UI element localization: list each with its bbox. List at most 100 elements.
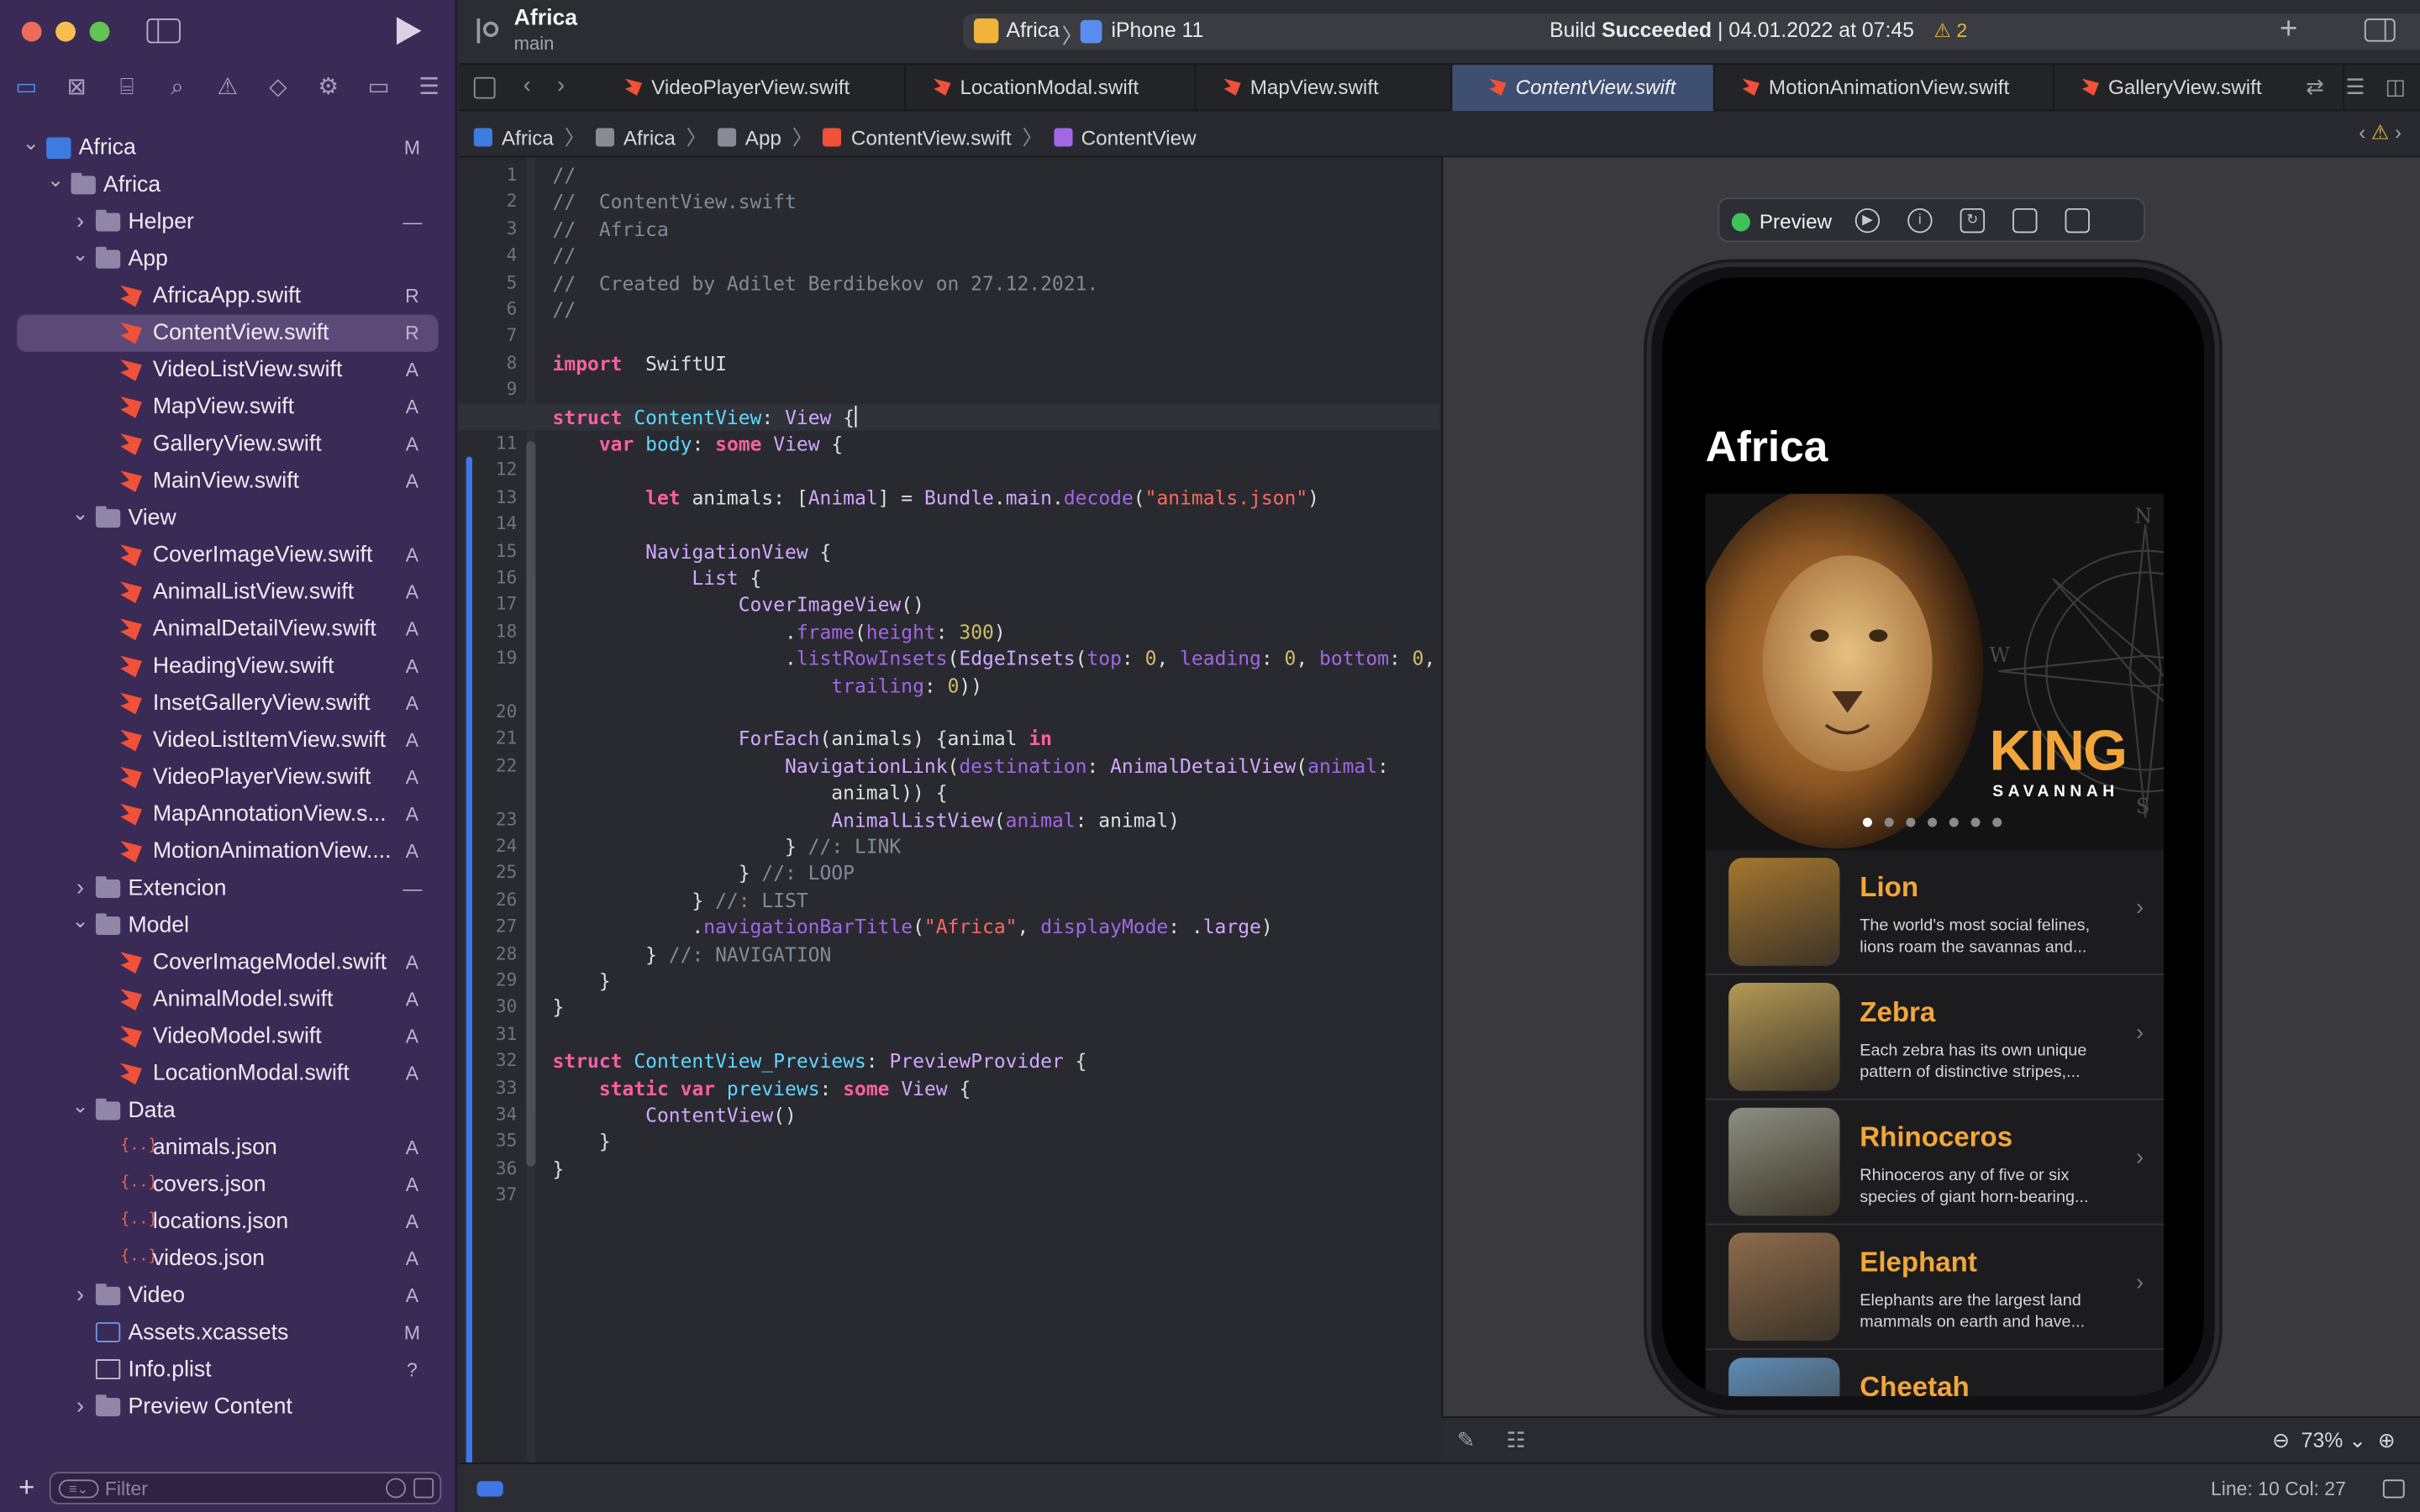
code-line[interactable]: // (553, 162, 576, 188)
chevron-down-icon[interactable]: ⌄ (46, 162, 65, 199)
code-line[interactable]: } (553, 1155, 565, 1181)
tree-row[interactable]: ⌄ Africa (0, 166, 455, 203)
tree-row[interactable]: LocationModal.swift A (0, 1055, 455, 1092)
live-preview-play-icon[interactable]: ▶ (1854, 207, 1881, 234)
search-icon[interactable]: ⌕ (160, 71, 194, 104)
code-line[interactable]: AnimalListView(animal: animal) (553, 806, 1180, 832)
code-line[interactable]: trailing: 0)) (553, 672, 982, 698)
forward-arrow-icon[interactable]: › (557, 72, 565, 98)
tree-row[interactable]: MainView.swift A (0, 463, 455, 500)
next-issue-icon[interactable]: › (2395, 120, 2402, 144)
tab-contentview[interactable]: ContentView.swift (1452, 65, 1715, 112)
tree-row[interactable]: Info.plist? (0, 1352, 455, 1389)
filter-field[interactable]: ≡⌄ Filter (49, 1472, 442, 1504)
close-window-button[interactable] (21, 21, 42, 42)
page-dot[interactable] (1949, 817, 1959, 827)
animal-row[interactable]: Elephant Elephants are the largest land m… (1705, 1225, 2165, 1351)
source-editor[interactable]: 1234567891011121314151617181920212223242… (458, 157, 1440, 1463)
zoom-in-icon[interactable]: ⊕ (2378, 1429, 2396, 1452)
tree-row[interactable]: {..} animals.json A (0, 1129, 455, 1166)
tree-row[interactable]: MotionAnimationView.... A (0, 833, 455, 870)
device-settings-icon[interactable] (2012, 207, 2038, 234)
page-dot[interactable] (1992, 817, 2002, 827)
code-line[interactable]: static var previews: some View { (553, 1074, 971, 1100)
chevron-right-icon[interactable]: › (71, 203, 89, 240)
tree-row[interactable]: GalleryView.swift A (0, 426, 455, 463)
tree-row[interactable]: VideoModel.swift A (0, 1018, 455, 1055)
tree-row[interactable]: Assets.xcassets M (0, 1315, 455, 1352)
code-line[interactable]: .listRowInsets(EdgeInsets(top: 0, leadin… (553, 645, 1435, 671)
chevron-down-icon[interactable]: ⌄ (71, 236, 89, 273)
tree-row[interactable]: CoverImageView.swift A (0, 537, 455, 574)
code-line[interactable]: animal)) { (553, 780, 947, 806)
zoom-level[interactable]: 73% (2302, 1429, 2344, 1452)
code-line[interactable]: var body: some View { (553, 430, 843, 456)
preview-settings-icon[interactable]: ☷ (1507, 1427, 1526, 1453)
split-editor-icon[interactable]: ◫ (2383, 75, 2407, 99)
related-items-grid-icon[interactable] (473, 76, 496, 99)
minimize-window-button[interactable] (55, 21, 76, 42)
code-line[interactable]: // Africa (553, 216, 669, 242)
code-line[interactable]: // ContentView.swift (553, 189, 797, 215)
animal-row[interactable]: Lion The world's most social felines, lio… (1705, 850, 2165, 975)
chevron-down-icon[interactable]: ⌄ (22, 125, 40, 162)
simulated-screen[interactable]: Africa KING SAVANNAH N W S Lion The worl… (1662, 277, 2204, 1397)
pin-preview-icon[interactable]: ✎ (1457, 1427, 1476, 1453)
tree-row[interactable]: AnimalDetailView.swift A (0, 611, 455, 648)
back-arrow-icon[interactable]: ‹ (523, 72, 531, 98)
chevron-right-icon[interactable]: › (71, 1389, 89, 1425)
tree-row[interactable]: MapAnnotationView.s... A (0, 796, 455, 833)
page-dot[interactable] (1884, 817, 1894, 827)
rotate-device-icon[interactable]: ↻ (1960, 207, 1986, 234)
tree-row[interactable]: VideoListView.swift A (0, 352, 455, 389)
tab-motionanimationview[interactable]: MotionAnimationView.swift (1715, 65, 2054, 112)
add-file-button[interactable]: + (18, 1472, 34, 1503)
page-dot[interactable] (1906, 817, 1916, 827)
tree-row[interactable]: MapView.swift A (0, 389, 455, 426)
tree-row[interactable]: {..} videos.json A (0, 1241, 455, 1278)
code-line[interactable]: // (553, 297, 576, 323)
debug-icon[interactable]: ⚙ (312, 71, 345, 104)
code-line[interactable]: // (553, 243, 576, 269)
breadcrumb-item[interactable]: ContentView.swift (823, 127, 1012, 150)
folder-icon[interactable]: ▭ (9, 71, 43, 104)
toggle-inspector-icon[interactable] (2364, 18, 2396, 42)
breadcrumb-item[interactable]: Africa (473, 127, 554, 150)
tree-row[interactable]: VideoPlayerView.swift A (0, 759, 455, 796)
tab-mapview[interactable]: MapView.swift (1196, 65, 1453, 112)
page-dot[interactable] (1928, 817, 1938, 827)
editor-options-icon[interactable]: ☰ (2343, 75, 2367, 99)
previous-issue-icon[interactable]: ‹ (2359, 120, 2365, 144)
tab-locationmodal[interactable]: LocationModal.swift (906, 65, 1197, 112)
zoom-dropdown-icon[interactable]: ⌄ (2349, 1429, 2366, 1452)
warning-badge[interactable]: ⚠ 2 (1933, 18, 1967, 42)
code-line[interactable]: } //: LIST (553, 887, 808, 913)
toggle-navigator-icon[interactable] (146, 18, 181, 44)
tree-row[interactable]: VideoListItemView.swift A (0, 722, 455, 759)
code-folding-ribbon[interactable] (526, 157, 536, 1463)
source-control-filter-icon[interactable] (413, 1478, 434, 1499)
tree-row[interactable]: ⌄ App (0, 241, 455, 278)
tree-row[interactable]: ⌄ Data (0, 1092, 455, 1129)
animal-row[interactable]: Cheetah (1706, 1350, 2165, 1397)
zoom-window-button[interactable] (89, 21, 110, 42)
code-line[interactable]: CoverImageView() (553, 591, 924, 617)
issue-icon[interactable]: ⚠ (211, 71, 245, 104)
activity-viewer[interactable]: Africa 〉 iPhone 11 Build Succeeded | 04.… (963, 13, 2420, 50)
code-line[interactable]: } //: LOOP (553, 860, 855, 886)
inspect-preview-icon[interactable]: i (1907, 207, 1933, 234)
page-dot[interactable] (1862, 817, 1872, 827)
code-line[interactable]: } (553, 968, 611, 994)
code-line[interactable]: } (553, 995, 565, 1021)
debug-area-toggle-icon[interactable] (476, 1481, 503, 1497)
page-indicator[interactable] (1862, 817, 2002, 827)
code-line[interactable]: } //: LINK (553, 833, 901, 859)
code-line[interactable]: struct ContentView_Previews: PreviewProv… (553, 1047, 1087, 1074)
report-icon[interactable]: ☰ (412, 71, 445, 104)
tree-row[interactable]: ⌄ View (0, 500, 455, 537)
tree-row[interactable]: ⌄ Model (0, 907, 455, 944)
chevron-down-icon[interactable]: ⌄ (71, 496, 89, 533)
device-selector[interactable]: iPhone 11 (1111, 18, 1203, 42)
code-line[interactable]: .frame(height: 300) (553, 618, 1006, 644)
warning-icon[interactable]: ⚠ (2371, 120, 2389, 144)
